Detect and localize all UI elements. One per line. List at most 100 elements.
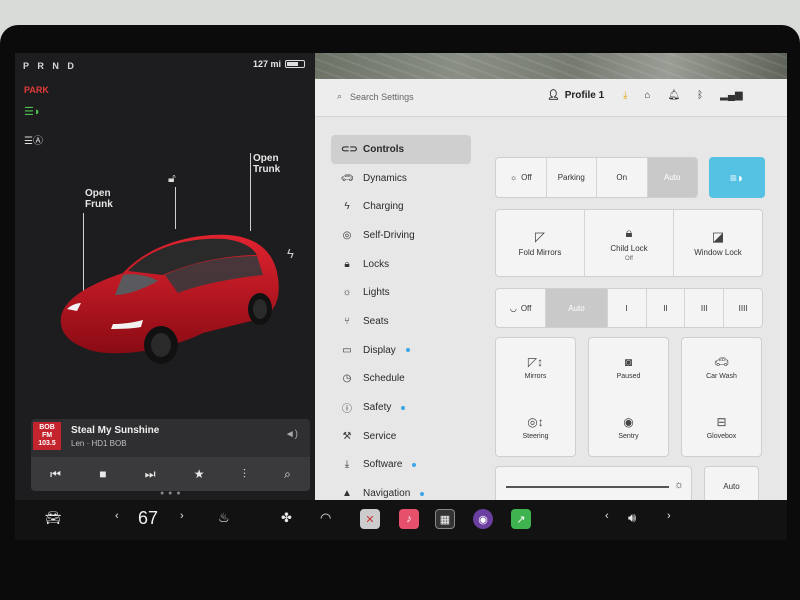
next-track-icon[interactable]: ⏭ xyxy=(145,467,156,482)
profile-button[interactable]: 👤︎ Profile 1 xyxy=(547,90,604,101)
song-title: Steal My Sunshine xyxy=(71,425,160,436)
menu-item-dynamics[interactable]: 🚗︎ Dynamics xyxy=(331,164,471,193)
sentry-button[interactable]: ◉ Sentry xyxy=(588,397,669,457)
car-wash-icon: 🚗︎ xyxy=(713,354,730,369)
search-icon: ⌕ xyxy=(337,91,343,101)
wiper-selector: ◡ Off Auto I II III IIII xyxy=(495,288,763,328)
menu-item-software[interactable]: ⤓ Software xyxy=(331,451,471,480)
favorite-icon[interactable]: ★ xyxy=(194,467,205,481)
menu-item-display[interactable]: ▭ Display xyxy=(331,336,471,365)
cabin-temperature[interactable]: 67 xyxy=(138,508,158,529)
station-logo: BOB FM 103.5 xyxy=(33,422,61,450)
toggle-icon: ⊂⊃ xyxy=(341,143,358,155)
menu-item-navigation[interactable]: ▲ Navigation xyxy=(331,479,471,500)
auto-headlight-icon: ☰Ⓐ xyxy=(24,136,43,147)
music-app-icon[interactable]: ♪ xyxy=(399,509,419,529)
open-frunk-button[interactable]: Open Frunk xyxy=(85,188,113,210)
bell-icon[interactable]: 🔔︎ xyxy=(667,90,680,101)
unlock-icon[interactable]: 🔓︎ xyxy=(168,171,176,186)
song-artist: Len · HD1 BOB xyxy=(71,439,127,448)
search-icon[interactable]: ⌕ xyxy=(284,467,291,482)
app-launcher-icon[interactable]: ▦ xyxy=(435,509,455,529)
wipers-auto[interactable]: Auto xyxy=(546,289,608,327)
mirrors-button[interactable]: ◸↕ Mirrors xyxy=(495,337,576,397)
wipers-speed-3[interactable]: III xyxy=(685,289,725,327)
headlights-auto[interactable]: Auto xyxy=(647,158,697,197)
car-wash-button[interactable]: 🚗︎ Car Wash xyxy=(681,337,762,397)
brightness-icon: ☼ xyxy=(674,479,685,491)
headlights-selector: ☼ Off Parking On Auto xyxy=(495,157,698,198)
trunk-callout-line xyxy=(250,153,251,231)
vehicle-panel: P R N D 127 mi PARK ☰◗ ☰Ⓐ Open Frunk Ope… xyxy=(15,53,315,500)
touchscreen: P R N D 127 mi PARK ☰◗ ☰Ⓐ Open Frunk Ope… xyxy=(15,53,787,500)
energy-app-icon[interactable]: ↗ xyxy=(511,509,531,529)
steering-button[interactable]: ◎↕ Steering xyxy=(495,397,576,457)
window-icon: ◪ xyxy=(711,229,725,244)
download-icon[interactable]: ⤓ xyxy=(623,90,627,101)
menu-item-controls[interactable]: ⊂⊃ Controls xyxy=(331,135,471,164)
steering-icon: ◎ xyxy=(342,229,352,241)
window-lock-button[interactable]: ◪ Window Lock xyxy=(674,210,762,276)
temp-down-chevron-icon[interactable]: ‹ xyxy=(115,510,119,522)
sun-icon: ☼ xyxy=(342,287,352,299)
defrost-icon[interactable]: ◠ xyxy=(320,510,331,526)
menu-item-charging[interactable]: ϟ Charging xyxy=(331,192,471,221)
wipers-speed-4[interactable]: IIII xyxy=(724,289,762,327)
lock-mirror-row: ◸ Fold Mirrors 🔒︎ Child Lock Off ◪ Window Lo… xyxy=(495,209,763,277)
bolt-icon: ϟ xyxy=(344,201,350,213)
volume-icon[interactable]: 🔊︎ xyxy=(628,510,636,526)
lock-icon: 🔒︎ xyxy=(344,258,350,270)
headlight-icon: ☰◗ xyxy=(24,106,41,118)
wipers-speed-2[interactable]: II xyxy=(647,289,686,327)
menu-item-locks[interactable]: 🔒︎ Locks xyxy=(331,250,471,279)
bluetooth-icon[interactable]: ᛒ xyxy=(697,90,703,101)
child-lock-button[interactable]: 🔒︎ Child Lock Off xyxy=(585,210,674,276)
menu-item-seats[interactable]: ⑂ Seats xyxy=(331,307,471,336)
menu-item-safety[interactable]: ⓘ Safety xyxy=(331,393,471,422)
brightness-slider[interactable]: ☼ xyxy=(495,466,692,500)
garage-icon[interactable]: ⌂ xyxy=(644,90,650,101)
audio-source-icon[interactable]: ◄) xyxy=(285,429,298,440)
wipers-speed-1[interactable]: I xyxy=(608,289,647,327)
navigation-icon: ▲ xyxy=(342,488,352,500)
slider-track xyxy=(506,486,669,488)
fan-icon[interactable]: ✤ xyxy=(281,510,292,526)
search-settings[interactable]: ⌕ Search Settings xyxy=(337,91,414,102)
profile-icon: 👤︎ xyxy=(547,90,560,101)
charge-port-icon[interactable]: ϟ xyxy=(287,246,294,261)
menu-item-self-driving[interactable]: ◎ Self-Driving xyxy=(331,221,471,250)
headlights-off[interactable]: ☼ Off xyxy=(496,158,547,197)
navigation-app-icon[interactable]: ✕ xyxy=(360,509,380,529)
seat-heater-icon[interactable]: ♨ xyxy=(218,510,230,526)
menu-item-service[interactable]: ⚒ Service xyxy=(331,422,471,451)
camera-app-icon[interactable]: ◉ xyxy=(473,509,493,529)
page-dots: ● ● ● xyxy=(160,490,182,497)
media-controls: ⏮ ■ ⏭ ★ ⫶ ⌕ xyxy=(31,457,310,491)
menu-item-lights[interactable]: ☼ Lights xyxy=(331,278,471,307)
lte-signal-icon: ▂▄▆ xyxy=(720,90,743,101)
shield-icon: ⓘ xyxy=(342,404,352,416)
stop-icon[interactable]: ■ xyxy=(99,467,106,481)
headlights-on[interactable]: On xyxy=(597,158,648,197)
high-beam-button[interactable]: ≡◗ xyxy=(709,157,765,198)
map-strip[interactable] xyxy=(315,53,787,79)
fold-mirrors-button[interactable]: ◸ Fold Mirrors xyxy=(496,210,585,276)
temp-up-chevron-icon[interactable]: › xyxy=(180,510,184,522)
wrench-icon: ⚒ xyxy=(342,430,352,442)
range-text: 127 mi xyxy=(252,59,281,69)
glovebox-button[interactable]: ⊟ Glovebox xyxy=(681,397,762,457)
previous-track-icon[interactable]: ⏮ xyxy=(50,467,61,482)
wipers-off[interactable]: ◡ Off xyxy=(496,289,547,327)
dashcam-button[interactable]: ◙ Paused xyxy=(588,337,669,397)
car-icon[interactable]: 🚘︎ xyxy=(45,510,62,526)
glovebox-icon: ⊟ xyxy=(716,414,727,429)
open-trunk-button[interactable]: Open Trunk xyxy=(253,153,280,175)
taskbar: 🚘︎ ‹ 67 › ♨ ✤ ◠ ✕ ♪ ▦ ◉ ↗ ‹ 🔊︎ › xyxy=(15,500,787,540)
menu-item-schedule[interactable]: ◷ Schedule xyxy=(331,365,471,394)
volume-down-chevron-icon[interactable]: ‹ xyxy=(605,510,609,522)
volume-up-chevron-icon[interactable]: › xyxy=(667,510,671,522)
brightness-auto-button[interactable]: Auto xyxy=(704,466,759,500)
equalizer-icon[interactable]: ⫶ xyxy=(243,467,246,482)
range-status: 127 mi xyxy=(253,59,305,69)
headlights-parking[interactable]: Parking xyxy=(547,158,597,197)
